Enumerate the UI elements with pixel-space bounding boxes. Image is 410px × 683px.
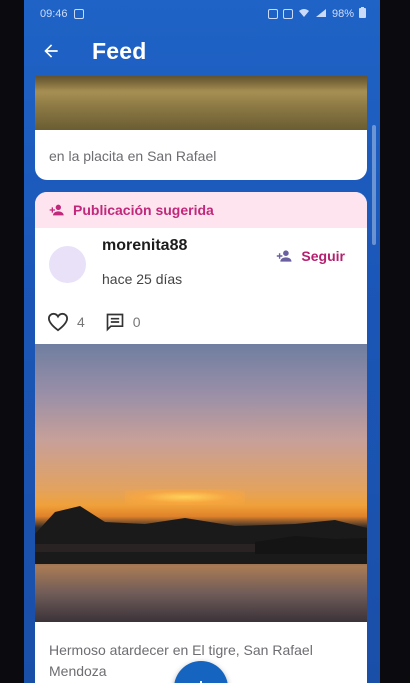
like-count: 4 — [77, 314, 85, 330]
screenshot-icon — [73, 9, 84, 19]
mountain-silhouette — [35, 506, 367, 564]
app-bar: Feed — [24, 28, 380, 74]
suggested-post-card[interactable]: Publicación sugerida morenita88 hace 25 … — [35, 192, 367, 683]
follow-button[interactable]: Seguir — [276, 248, 345, 264]
person-add-icon — [277, 250, 292, 262]
comment-button[interactable]: 0 — [105, 312, 141, 332]
page-title: Feed — [92, 37, 147, 64]
post-time: hace 25 días — [102, 271, 183, 287]
post-caption-line: Hermoso atardecer en El tigre, San Rafae… — [49, 642, 313, 658]
alarm-icon — [282, 9, 293, 19]
wifi-icon — [298, 8, 310, 21]
post-caption: en la placita en San Rafael — [49, 148, 217, 164]
device-frame-left — [0, 0, 24, 683]
device-frame-right — [380, 0, 410, 683]
comment-icon — [106, 313, 124, 332]
comment-count: 0 — [132, 314, 141, 330]
status-time: 09:46 — [40, 8, 68, 20]
battery-percent: 98% — [331, 8, 354, 20]
battery-icon — [359, 7, 366, 21]
heart-icon — [47, 312, 69, 332]
avatar[interactable] — [49, 245, 86, 283]
post-card[interactable]: en la placita en San Rafael — [35, 76, 367, 180]
post-stats: 4 0 — [35, 300, 367, 344]
post-image[interactable] — [35, 344, 367, 622]
scrollbar[interactable] — [372, 125, 376, 245]
post-image — [35, 76, 367, 130]
person-add-icon — [49, 204, 64, 216]
arrow-left-icon — [44, 44, 58, 58]
suggested-label: Publicación sugerida — [73, 202, 214, 218]
back-button[interactable] — [36, 36, 66, 66]
notification-icon — [267, 9, 278, 19]
author-row: morenita88 hace 25 días Seguir — [35, 228, 367, 300]
suggested-banner: Publicación sugerida — [35, 192, 367, 228]
signal-icon — [315, 8, 327, 21]
follow-label: Seguir — [301, 248, 345, 264]
plus-icon — [200, 681, 202, 683]
app-screen: 09:46 98% Feed en la placita en San Rafa… — [24, 0, 380, 683]
like-button[interactable]: 4 — [47, 312, 85, 332]
status-bar: 09:46 98% — [24, 0, 380, 28]
username[interactable]: morenita88 — [102, 237, 187, 255]
